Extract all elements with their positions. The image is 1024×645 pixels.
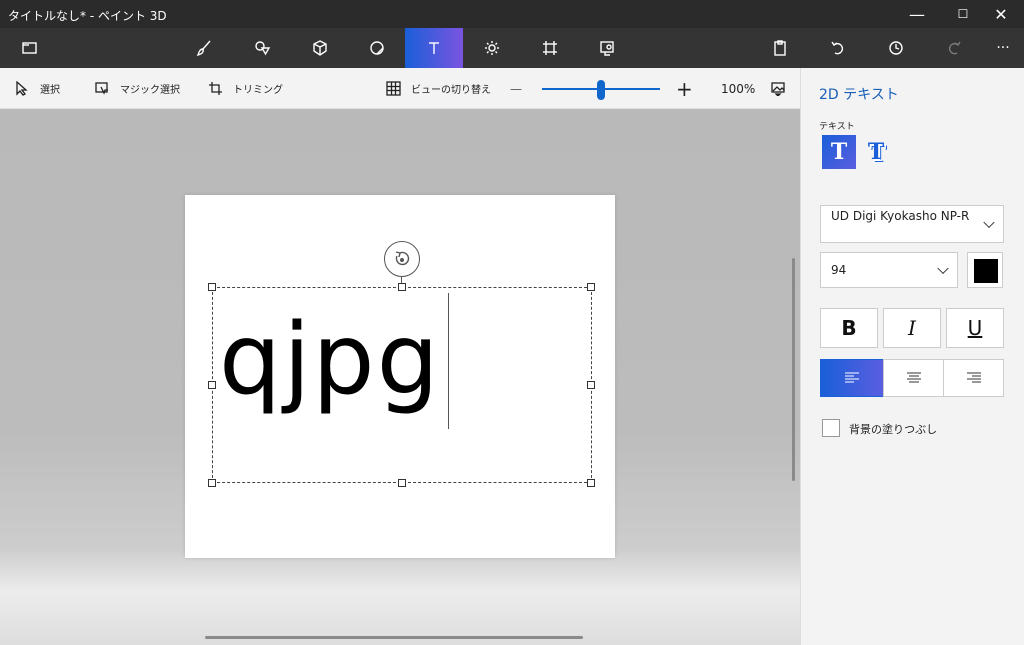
vertical-scrollbar[interactable] xyxy=(792,258,795,481)
align-center-button[interactable] xyxy=(883,359,944,397)
bold-button[interactable]: B xyxy=(820,308,878,348)
2d-text-button[interactable]: T xyxy=(822,135,856,169)
text-type-label: テキスト xyxy=(819,122,855,132)
align-right-button[interactable] xyxy=(943,359,1004,397)
fill-background-checkbox[interactable] xyxy=(822,419,840,437)
text-caret xyxy=(448,293,449,429)
2d-shapes-button[interactable] xyxy=(234,28,290,68)
font-size-value: 94 xyxy=(831,263,847,277)
command-bar: 選択 マジック選択 トリミング ビューの切り替え — + 100% xyxy=(0,68,800,109)
select-label: 選択 xyxy=(40,85,60,96)
redo-icon xyxy=(948,41,961,55)
zoom-out-button[interactable]: — xyxy=(510,68,522,109)
magic-select-button[interactable]: マジック選択 xyxy=(95,68,180,109)
minimize-button[interactable]: — xyxy=(894,0,940,28)
image-icon xyxy=(771,82,785,96)
text-color-button[interactable] xyxy=(967,252,1003,288)
paste-icon xyxy=(774,40,786,56)
effects-icon xyxy=(485,41,499,55)
main-toolbar: ··· xyxy=(0,28,1024,68)
3d-text-icon: T xyxy=(867,139,885,165)
view-toggle-label: ビューの切り替え xyxy=(411,85,491,96)
3d-shapes-button[interactable] xyxy=(292,28,348,68)
close-button[interactable]: ✕ xyxy=(978,0,1024,28)
zoom-level: 100% xyxy=(721,81,756,96)
resize-handle-bottom[interactable] xyxy=(398,479,406,487)
resize-handle-bottom-left[interactable] xyxy=(208,479,216,487)
effects-button[interactable] xyxy=(464,28,520,68)
brush-icon xyxy=(196,40,211,57)
rotate-icon xyxy=(395,251,410,266)
history-icon xyxy=(889,41,903,55)
resize-handle-bottom-right[interactable] xyxy=(587,479,595,487)
resize-handle-top-left[interactable] xyxy=(208,283,216,291)
more-button[interactable]: ··· xyxy=(975,28,1024,68)
canvas-text[interactable]: qjpg xyxy=(219,305,441,415)
2d-shapes-icon xyxy=(255,41,271,56)
paste-button[interactable] xyxy=(752,28,808,68)
canvas-button[interactable] xyxy=(522,28,578,68)
crop-icon xyxy=(209,82,222,95)
window-title: タイトルなし* - ペイント 3D xyxy=(8,9,167,23)
panel-title: 2D テキスト xyxy=(819,87,899,103)
title-bar: タイトルなし* - ペイント 3D — ☐ ✕ xyxy=(0,0,1024,28)
redo-button[interactable] xyxy=(926,28,982,68)
resize-handle-left[interactable] xyxy=(208,381,216,389)
align-left-button[interactable] xyxy=(820,359,884,397)
3d-library-icon xyxy=(600,41,614,56)
grid-view-icon xyxy=(386,81,401,96)
background-view-button[interactable] xyxy=(771,68,796,109)
chevron-down-icon xyxy=(983,216,995,229)
crop-button[interactable]: トリミング xyxy=(208,68,283,109)
resize-handle-right[interactable] xyxy=(587,381,595,389)
menu-button[interactable] xyxy=(2,28,58,68)
3d-library-button[interactable] xyxy=(579,28,635,68)
text-color-swatch xyxy=(974,259,998,283)
view-toggle-button[interactable]: ビューの切り替え xyxy=(386,68,491,109)
text-properties-panel: 2D テキスト テキスト T T UD Digi Kyokasho NP-R 9… xyxy=(800,68,1024,645)
zoom-in-button[interactable]: + xyxy=(676,68,693,109)
undo-button[interactable] xyxy=(810,28,866,68)
italic-button[interactable]: I xyxy=(883,308,941,348)
underline-button[interactable]: U xyxy=(946,308,1004,348)
align-right-icon xyxy=(966,372,981,383)
align-center-icon xyxy=(906,372,921,383)
canvas-icon xyxy=(543,41,557,55)
brushes-button[interactable] xyxy=(176,28,232,68)
stickers-button[interactable] xyxy=(349,28,405,68)
history-button[interactable] xyxy=(868,28,924,68)
font-family-select[interactable]: UD Digi Kyokasho NP-R xyxy=(820,205,1004,243)
horizontal-scrollbar[interactable] xyxy=(205,636,583,639)
fill-background-label: 背景の塗りつぶし xyxy=(849,423,938,436)
magic-select-icon xyxy=(95,82,108,95)
3d-text-button[interactable]: T xyxy=(859,135,893,169)
magic-select-label: マジック選択 xyxy=(120,85,180,96)
chevron-down-icon xyxy=(937,262,949,275)
font-family-value: UD Digi Kyokasho NP-R xyxy=(831,209,970,223)
3d-shapes-icon xyxy=(313,40,327,56)
stickers-icon xyxy=(370,41,384,55)
resize-handle-top[interactable] xyxy=(398,283,406,291)
zoom-slider-thumb[interactable] xyxy=(597,80,605,100)
undo-icon xyxy=(831,41,844,55)
menu-icon xyxy=(22,42,37,54)
resize-handle-top-right[interactable] xyxy=(587,283,595,291)
select-button[interactable]: 選択 xyxy=(15,68,60,109)
select-icon xyxy=(16,81,28,96)
rotate-handle[interactable] xyxy=(384,241,420,277)
text-button[interactable] xyxy=(405,28,463,68)
align-left-icon xyxy=(845,372,859,383)
font-size-select[interactable]: 94 xyxy=(820,252,958,288)
text-icon xyxy=(429,42,439,54)
crop-label: トリミング xyxy=(233,85,283,96)
